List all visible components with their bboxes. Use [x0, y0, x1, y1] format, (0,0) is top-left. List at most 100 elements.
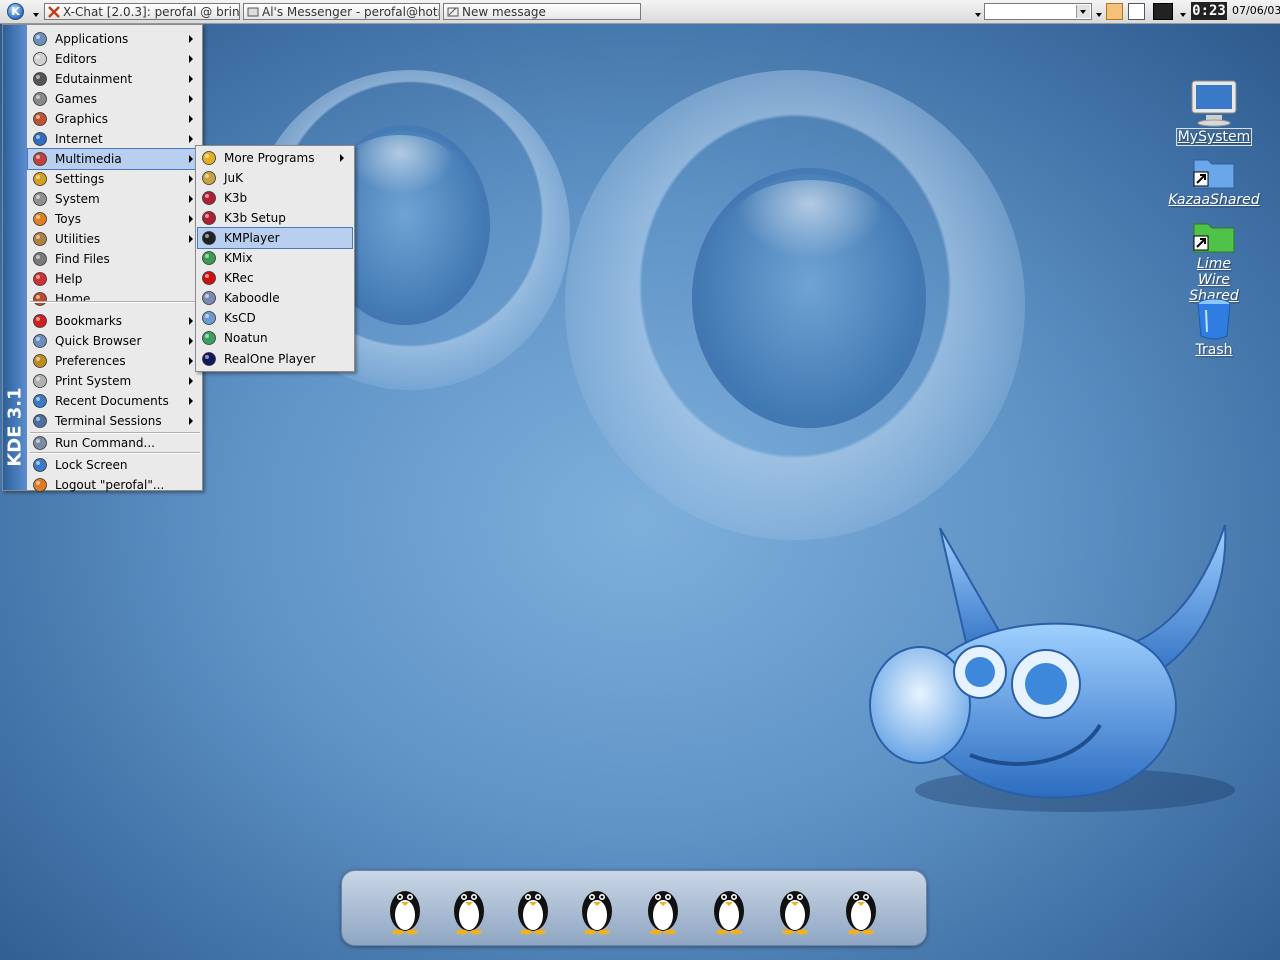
multimedia-icon [33, 152, 47, 166]
chevron-right-icon [189, 115, 193, 123]
kmenu-item-home[interactable]: Home [28, 289, 201, 309]
kmenu-item-label: Home [55, 292, 91, 306]
dock-item-igloo[interactable] [566, 877, 628, 939]
tray-combobox[interactable] [984, 3, 1092, 20]
kmenu-item-logout-perofal[interactable]: Logout "perofal"... [28, 475, 201, 495]
penguin-computer-icon [846, 891, 876, 935]
chevron-right-icon [189, 95, 193, 103]
toys-icon [33, 212, 47, 226]
chevron-right-icon [189, 155, 193, 163]
kmenu-item-quick-browser[interactable]: Quick Browser [28, 331, 201, 351]
submenu-item-realone-player[interactable]: RealOne Player [198, 349, 352, 369]
kmenu-item-editors[interactable]: Editors [28, 49, 201, 69]
submenu-item-label: JuK [224, 171, 244, 185]
kmenu-item-terminal-sessions[interactable]: Terminal Sessions [28, 411, 201, 431]
desktop-icon-kazaashared[interactable]: KazaaShared [1159, 152, 1269, 208]
taskbar-button-xchat[interactable]: X-Chat [2.0.3]: perofal @ brin.fr [44, 3, 240, 20]
kmenu-button[interactable]: K [2, 1, 30, 22]
clock-date[interactable]: 07/06/03 [1232, 4, 1280, 17]
dock-item-penguin-globe[interactable] [438, 877, 500, 939]
dock-item-penguin-chat[interactable] [502, 877, 564, 939]
kmenu-item-applications[interactable]: Applications [28, 29, 201, 49]
more-programs-icon [202, 151, 216, 165]
desktop-icon-label: MySystem [1175, 128, 1253, 146]
menu-separator [30, 432, 200, 434]
kmenu: KDE 3.1 Applications Editors Edutainment Ga… [2, 24, 203, 492]
graphics-icon [33, 112, 47, 126]
dock-item-penguin-phone[interactable] [698, 877, 760, 939]
kmenu-item-lock-screen[interactable]: Lock Screen [28, 455, 201, 475]
kmenu-item-utilities[interactable]: Utilities [28, 229, 201, 249]
kmenu-item-label: Graphics [55, 112, 108, 126]
submenu-item-more-programs[interactable]: More Programs [198, 148, 352, 168]
kmenu-item-label: Terminal Sessions [55, 414, 162, 428]
kmenu-item-label: Internet [55, 132, 103, 146]
k3b-setup-icon [202, 211, 216, 225]
kmenu-item-bookmarks[interactable]: Bookmarks [28, 311, 201, 331]
kmenu-item-graphics[interactable]: Graphics [28, 109, 201, 129]
krec-icon [202, 271, 216, 285]
monitor-tray-icon[interactable] [1153, 3, 1173, 20]
kmenu-item-help[interactable]: Help [28, 269, 201, 289]
top-panel: K X-Chat [2.0.3]: perofal @ brin.fr Al's… [0, 0, 1280, 24]
penguin-chat-icon [518, 891, 548, 935]
kmenu-item-recent-documents[interactable]: Recent Documents [28, 391, 201, 411]
kmenu-item-label: Edutainment [55, 72, 133, 86]
konqueror-tray-icon[interactable] [1106, 3, 1123, 20]
panel-arrow-icon[interactable] [975, 13, 981, 17]
kmenu-item-settings[interactable]: Settings [28, 169, 201, 189]
calendar-tray-icon[interactable] [1128, 3, 1145, 20]
submenu-item-kaboodle[interactable]: Kaboodle [198, 288, 352, 308]
chevron-right-icon [189, 317, 193, 325]
kmplayer-icon [202, 231, 216, 245]
kmenu-item-label: Run Command... [55, 436, 155, 450]
submenu-item-kscd[interactable]: KsCD [198, 308, 352, 328]
kmenu-item-find-files[interactable]: Find Files [28, 249, 201, 269]
kmenu-item-multimedia[interactable]: Multimedia [27, 148, 202, 170]
dock-item-penguin-frame[interactable] [764, 877, 826, 939]
submenu-item-juk[interactable]: JuK [198, 168, 352, 188]
submenu-item-k3b[interactable]: K3b [198, 188, 352, 208]
kmenu-item-games[interactable]: Games [28, 89, 201, 109]
submenu-item-label: KsCD [224, 311, 256, 325]
print-system-icon [33, 374, 47, 388]
kaboodle-icon [202, 291, 216, 305]
internet-icon [33, 132, 47, 146]
panel-arrow-icon[interactable] [1096, 13, 1102, 17]
dock-item-penguin-tie[interactable] [632, 877, 694, 939]
taskbar-button-messenger[interactable]: Al's Messenger - perofal@hotm [243, 3, 440, 20]
chevron-right-icon [189, 377, 193, 385]
lock-screen-icon [33, 458, 47, 472]
submenu-item-krec[interactable]: KRec [198, 268, 352, 288]
kmenu-item-preferences[interactable]: Preferences [28, 351, 201, 371]
submenu-item-k3b-setup[interactable]: K3b Setup [198, 208, 352, 228]
kscd-icon [202, 311, 216, 325]
kmenu-item-label: Quick Browser [55, 334, 142, 348]
clock-time[interactable]: 0:23 [1191, 2, 1227, 20]
kmenu-item-run-command[interactable]: Run Command... [28, 433, 201, 453]
submenu-item-label: Noatun [224, 331, 268, 345]
kmenu-item-edutainment[interactable]: Edutainment [28, 69, 201, 89]
submenu-item-kmix[interactable]: KMix [198, 248, 352, 268]
kmenu-item-internet[interactable]: Internet [28, 129, 201, 149]
kmenu-item-system[interactable]: System [28, 189, 201, 209]
desktop-icon-trash[interactable]: Trash [1159, 296, 1269, 358]
taskbar-button-new-message[interactable]: New message [443, 3, 641, 20]
kmenu-item-label: Help [55, 272, 83, 286]
panel-arrow-icon[interactable] [1180, 13, 1186, 17]
chevron-right-icon [189, 215, 193, 223]
kmenu-item-toys[interactable]: Toys [28, 209, 201, 229]
applications-icon [33, 32, 47, 46]
utilities-icon [33, 232, 47, 246]
panel-arrow-icon[interactable] [33, 13, 39, 17]
chevron-down-icon[interactable] [1076, 5, 1090, 18]
dock-item-penguin-computer[interactable] [830, 877, 892, 939]
desktop-icon-limewire-shared[interactable]: Lime Wire Shared [1159, 216, 1269, 304]
dock-item-penguin-drive[interactable] [374, 877, 436, 939]
k3b-icon [202, 191, 216, 205]
submenu-item-kmplayer[interactable]: KMPlayer [197, 227, 353, 249]
desktop-icon-mysystem[interactable]: MySystem [1159, 78, 1269, 146]
kmenu-item-print-system[interactable]: Print System [28, 371, 201, 391]
submenu-item-noatun[interactable]: Noatun [198, 328, 352, 348]
chevron-right-icon [189, 357, 193, 365]
